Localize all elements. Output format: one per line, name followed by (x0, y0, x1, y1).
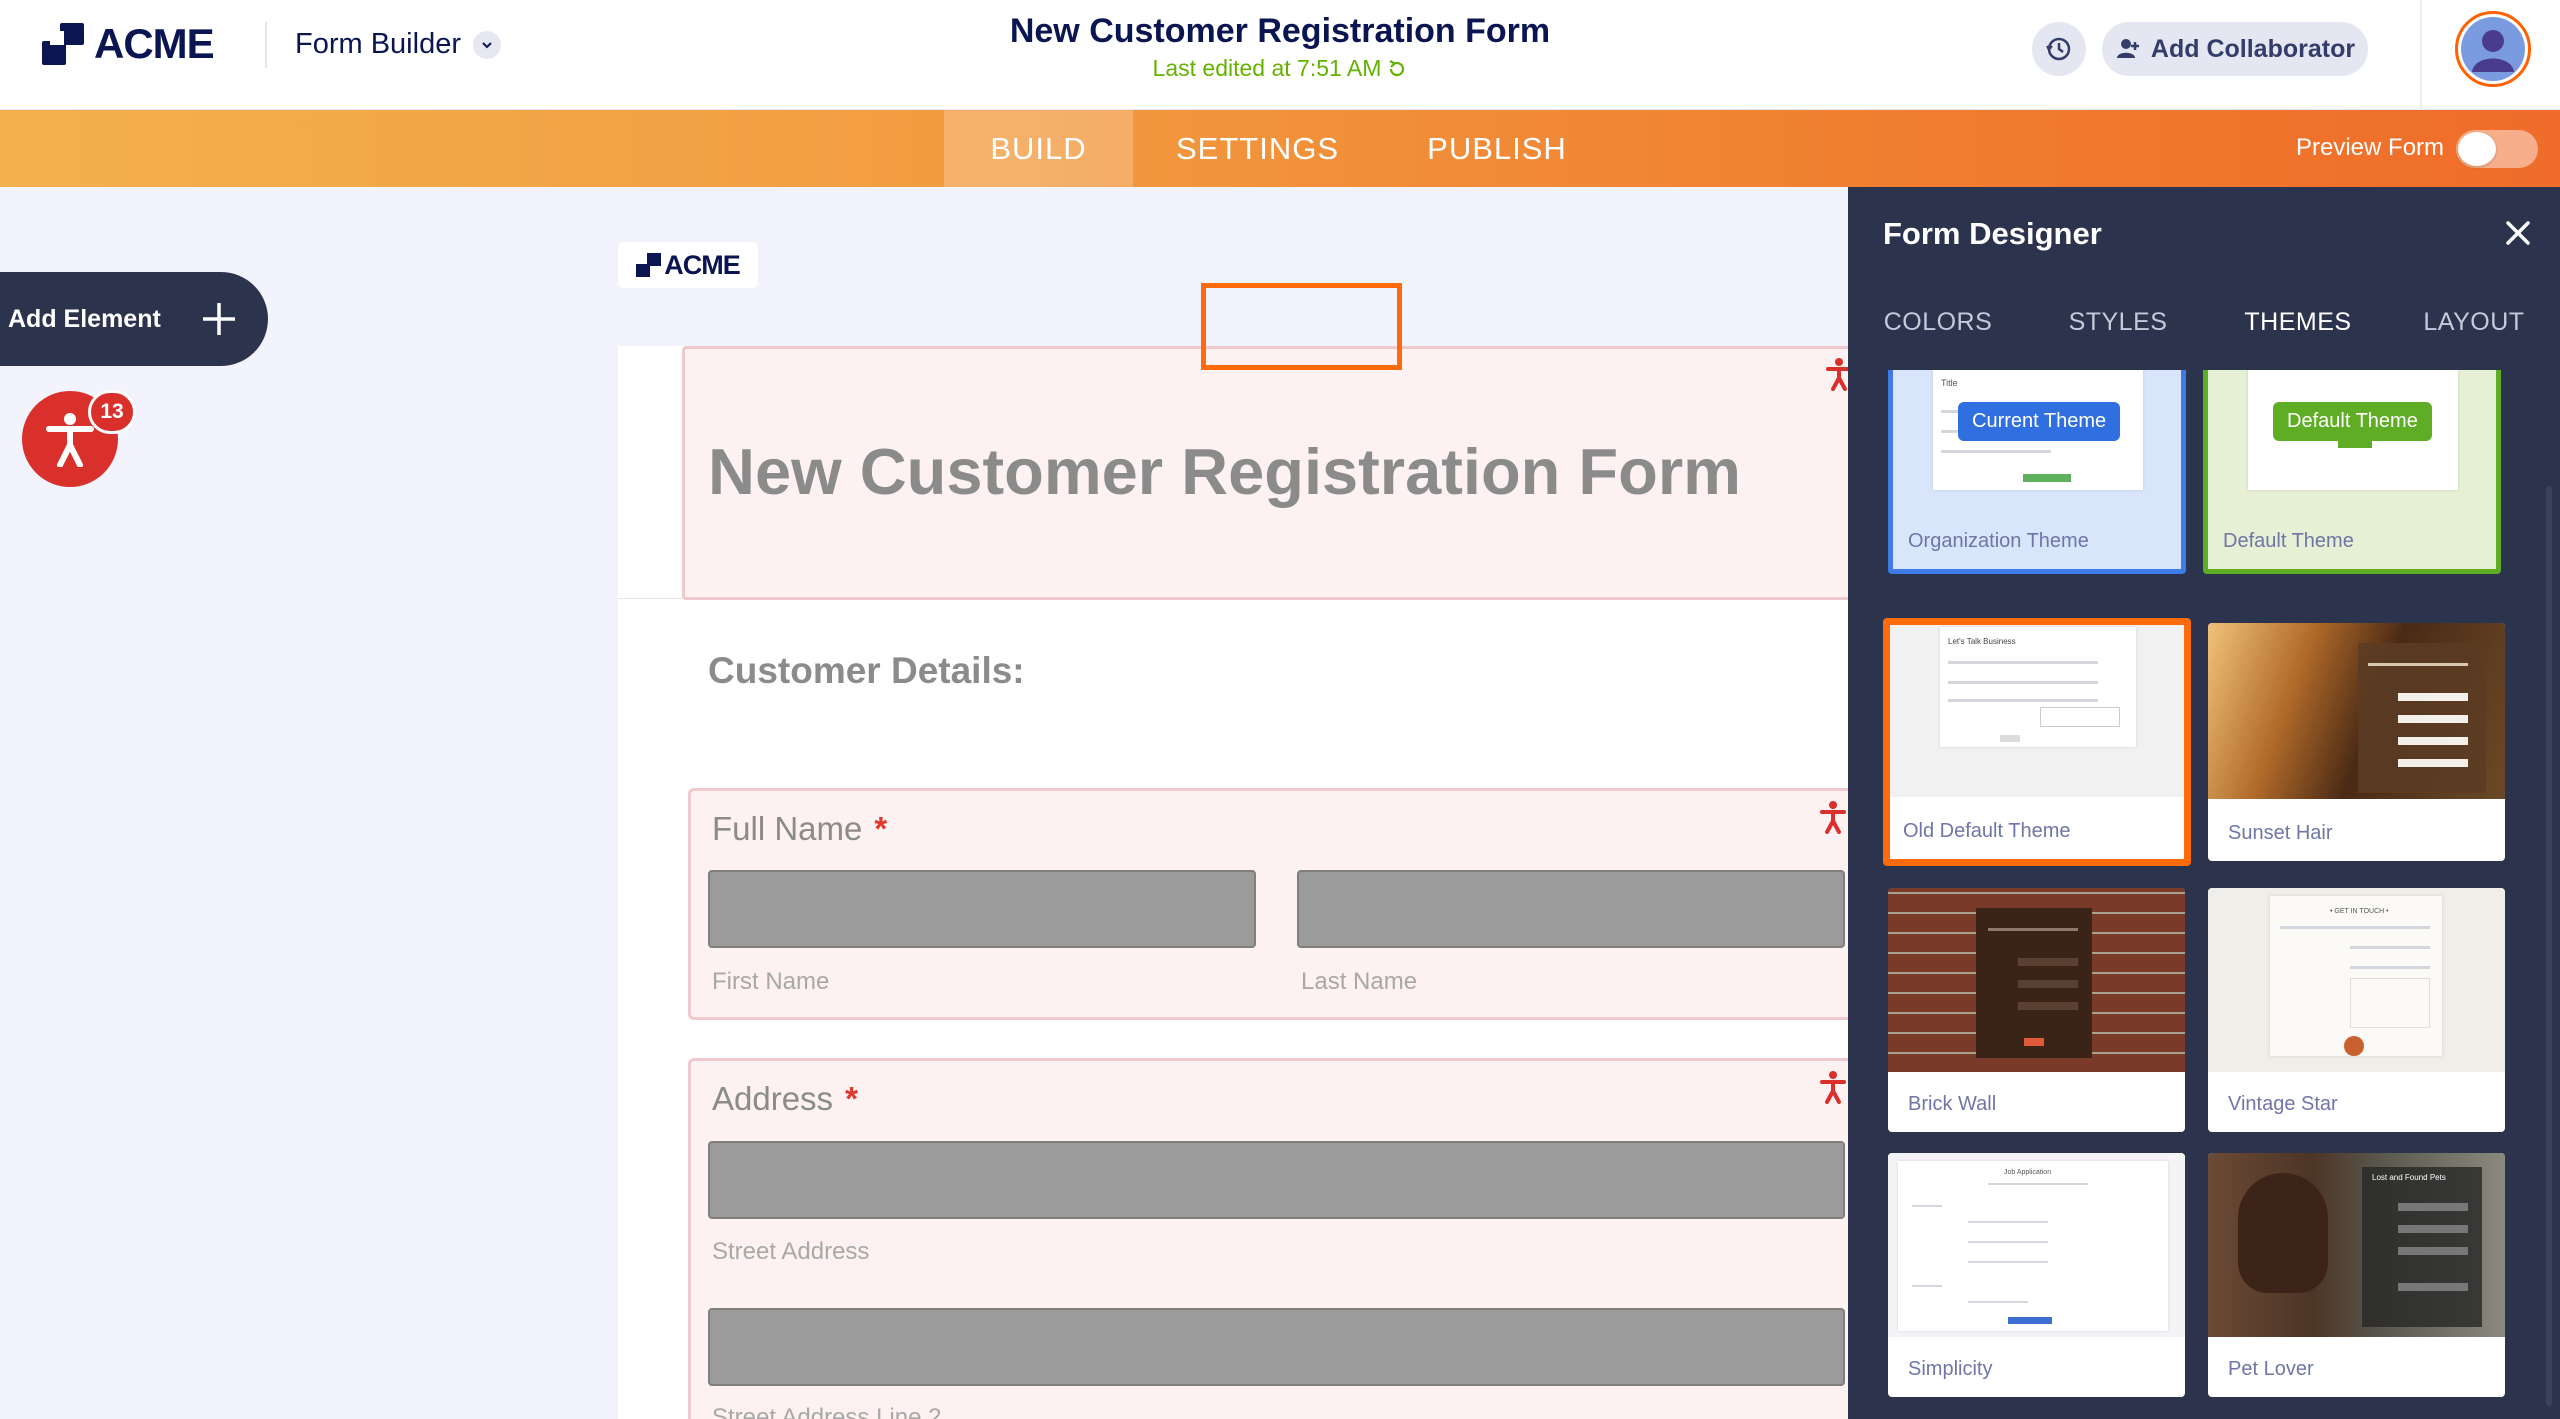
theme-card-vintage-star[interactable]: • GET IN TOUCH • Vintage Star (2208, 888, 2505, 1132)
address-label: Address * (712, 1080, 858, 1118)
panel-title: Form Designer (1883, 216, 2102, 251)
theme-card-organization[interactable]: Title Current Theme Organization Theme (1888, 370, 2186, 574)
theme-name: Pet Lover (2228, 1358, 2314, 1380)
default-theme-badge: Default Theme (2273, 402, 2432, 441)
theme-preview: Job Application (1888, 1153, 2185, 1337)
theme-name: Sunset Hair (2228, 822, 2333, 844)
form-heading: New Customer Registration Form (708, 435, 1741, 508)
history-icon (2046, 37, 2071, 61)
theme-name: Brick Wall (1908, 1093, 1997, 1115)
app-switcher[interactable]: Form Builder (295, 28, 501, 61)
street-address-sublabel: Street Address (712, 1238, 870, 1265)
plus-icon (203, 303, 235, 335)
form-title[interactable]: New Customer Registration Form (1010, 12, 1550, 51)
full-name-label-text: Full Name (712, 810, 863, 847)
first-name-sublabel: First Name (712, 968, 830, 995)
history-button[interactable] (2032, 22, 2086, 76)
add-element-button[interactable]: Add Element (0, 272, 268, 366)
themes-tab-highlight (1201, 283, 1402, 370)
tab-settings[interactable]: SETTINGS (1133, 110, 1382, 187)
full-name-label: Full Name * (712, 810, 887, 848)
theme-card-pet-lover[interactable]: Lost and Found Pets Pet Lover (2208, 1153, 2505, 1397)
accessibility-icon[interactable] (1820, 800, 1846, 834)
header-divider (265, 22, 267, 68)
accessibility-icon (46, 413, 94, 467)
theme-preview: Let's Talk Business (1890, 625, 2184, 797)
theme-card-default[interactable]: Job Application Default Theme Default Th… (2203, 370, 2501, 574)
refresh-icon[interactable] (1387, 59, 1407, 79)
add-collaborator-label: Add Collaborator (2150, 34, 2356, 63)
form-logo[interactable]: ACME (618, 242, 758, 288)
theme-name: Simplicity (1908, 1358, 1993, 1380)
tab-styles[interactable]: STYLES (2028, 295, 2208, 349)
tab-build[interactable]: BUILD (944, 110, 1133, 187)
street-address-line2-input[interactable] (708, 1308, 1845, 1386)
required-mark: * (874, 810, 888, 847)
add-collaborator-button[interactable]: Add Collaborator (2102, 22, 2368, 76)
theme-name: Vintage Star (2228, 1093, 2338, 1115)
header-divider-right (2420, 0, 2422, 110)
address-label-text: Address (712, 1080, 834, 1117)
first-name-input[interactable] (708, 870, 1256, 948)
theme-preview (2208, 623, 2505, 799)
acme-logo-mark-icon (42, 23, 88, 65)
last-name-input[interactable] (1297, 870, 1845, 948)
acme-logo[interactable]: ACME (42, 20, 215, 67)
required-mark: * (845, 1080, 858, 1117)
top-header: ACME Form Builder New Customer Registrat… (0, 0, 2560, 110)
street-address-input[interactable] (708, 1141, 1845, 1219)
acme-logo-text: ACME (94, 20, 215, 67)
tab-publish[interactable]: PUBLISH (1382, 110, 1612, 187)
theme-card-sunset-hair[interactable]: Sunset Hair (2208, 623, 2505, 861)
tab-layout[interactable]: LAYOUT (2388, 295, 2560, 349)
theme-preview (1888, 888, 2185, 1072)
add-user-icon (2116, 39, 2139, 58)
current-theme-badge: Current Theme (1958, 402, 2121, 441)
themes-list[interactable]: Title Current Theme Organization Theme J… (1848, 370, 2560, 1419)
toggle-knob (2458, 132, 2496, 166)
theme-preview: Lost and Found Pets (2208, 1153, 2505, 1337)
theme-card-brick-wall[interactable]: Brick Wall (1888, 888, 2185, 1132)
theme-card-simplicity[interactable]: Job Application Simplicity (1888, 1153, 2185, 1397)
add-element-label: Add Element (8, 304, 161, 333)
tab-themes[interactable]: THEMES (2208, 295, 2388, 349)
builder-nav-bar: BUILD SETTINGS PUBLISH Preview Form (0, 110, 2560, 187)
theme-name: Old Default Theme (1903, 820, 2071, 842)
theme-card-old-default[interactable]: Let's Talk Business Old Default Theme (1883, 618, 2191, 866)
section-heading: Customer Details: (708, 650, 1025, 691)
user-avatar[interactable] (2455, 11, 2531, 87)
user-avatar-icon (2461, 17, 2525, 81)
themes-scrollbar[interactable] (2546, 486, 2552, 1406)
accessibility-icon[interactable] (1820, 1070, 1846, 1104)
last-name-sublabel: Last Name (1301, 968, 1418, 995)
theme-name: Default Theme (2223, 530, 2354, 552)
close-icon[interactable] (2504, 219, 2532, 247)
theme-name: Organization Theme (1908, 530, 2089, 552)
form-logo-text: ACME (664, 249, 740, 280)
tab-colors[interactable]: COLORS (1848, 295, 2028, 349)
street-address-line2-sublabel: Street Address Line 2 (712, 1404, 942, 1419)
theme-preview: • GET IN TOUCH • (2208, 888, 2505, 1072)
form-logo-mark-icon (636, 253, 662, 277)
chevron-down-icon (473, 30, 501, 59)
preview-form-label: Preview Form (2296, 134, 2445, 161)
accessibility-issue-count-badge: 13 (88, 390, 136, 434)
last-edited-text: Last edited at 7:51 AM (1152, 55, 1382, 81)
app-switcher-label: Form Builder (295, 28, 461, 60)
preview-form-toggle[interactable] (2456, 130, 2538, 168)
